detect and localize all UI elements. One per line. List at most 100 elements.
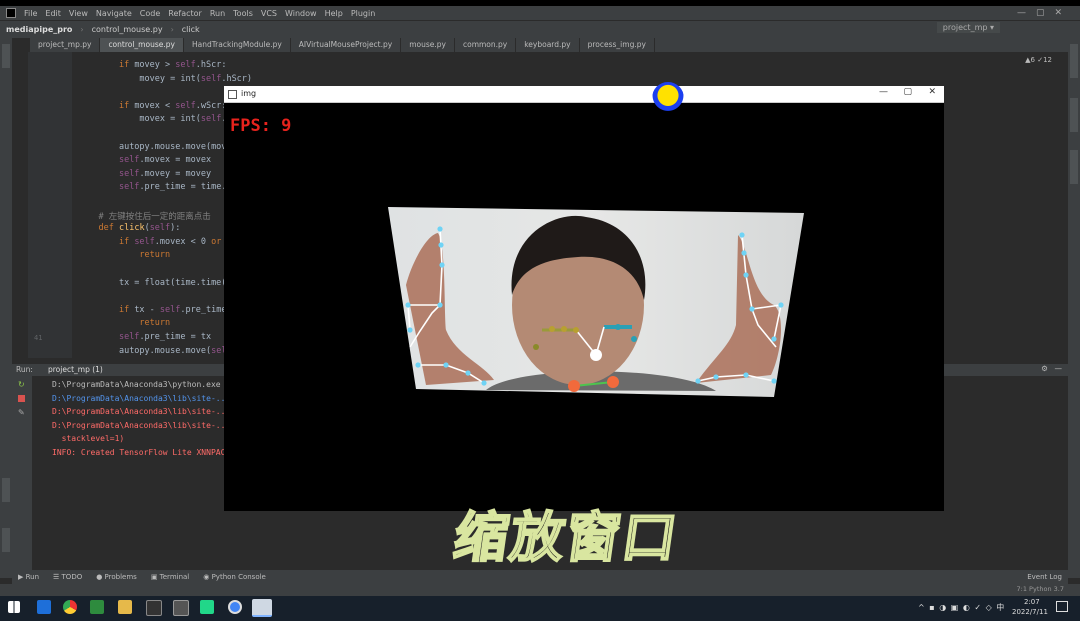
code-line[interactable]: # 左键按住后一定的距离点击 (78, 210, 210, 222)
file-explorer-icon[interactable] (118, 600, 132, 614)
code-line[interactable]: self.movey = movey (78, 169, 211, 179)
code-token: if (118, 304, 135, 315)
problems-tool-button[interactable]: ● Problems (96, 573, 137, 581)
tab-ai-virtual-mouse[interactable]: AIVirtualMouseProject.py (291, 38, 402, 52)
code-token: self (200, 73, 222, 84)
code-line[interactable]: def click(self): (78, 223, 180, 233)
code-token: if (118, 100, 135, 111)
start-button-icon[interactable] (8, 601, 20, 613)
code-token: return (139, 250, 171, 261)
inspection-indicator[interactable]: ▲6 ✓12 (1025, 56, 1052, 64)
code-line[interactable]: self.movex = movex (78, 155, 211, 165)
right-tool-strip (1068, 38, 1080, 578)
line-number-gutter: 41 (28, 52, 72, 358)
taskbar-time[interactable]: 2:07 (1024, 598, 1040, 606)
menu-item-window[interactable]: Window (285, 9, 317, 18)
bottom-tool-window-bar: ▶ Run ☰ TODO ● Problems ▣ Terminal ◉ Pyt… (12, 570, 1068, 584)
code-token: def (98, 223, 119, 234)
img-window-titlebar[interactable]: img — ▢ ✕ (224, 86, 944, 103)
maximize-icon[interactable]: ▢ (1036, 8, 1055, 18)
code-token: if (118, 236, 135, 247)
stop-icon[interactable] (18, 395, 25, 402)
code-line[interactable]: return (78, 250, 170, 260)
active-window-icon[interactable] (252, 599, 272, 617)
console-line: stacklevel=1) (52, 434, 125, 444)
console-line: D:\ProgramData\Anaconda3\lib\site-... (52, 420, 231, 430)
structure-tool-icon[interactable] (2, 478, 10, 502)
tab-project-mp[interactable]: project_mp.py (30, 38, 101, 52)
terminal-app-icon[interactable] (146, 600, 162, 616)
menu-item-edit[interactable]: Edit (45, 9, 61, 18)
terminal-tool-button[interactable]: ▣ Terminal (151, 573, 189, 581)
tab-hand-tracking-module[interactable]: HandTrackingModule.py (184, 38, 291, 52)
tab-process-img[interactable]: process_img.py (580, 38, 655, 52)
tab-common[interactable]: common.py (455, 38, 517, 52)
notification-icon[interactable] (1056, 601, 1068, 612)
menu-item-tools[interactable]: Tools (233, 9, 253, 18)
close-icon[interactable]: ✕ (1054, 8, 1072, 18)
settings-gear-icon[interactable]: ⚙ (1041, 364, 1048, 373)
run-tool-button[interactable]: ▶ Run (18, 573, 39, 581)
database-tool-icon[interactable] (1070, 98, 1078, 132)
menu-item-plugin[interactable]: Plugin (351, 9, 376, 18)
chrome-alt-icon[interactable] (228, 600, 242, 614)
code-token: movey > (134, 60, 176, 70)
project-tool-icon[interactable] (2, 44, 10, 68)
code-token: autopy.mouse.move( (118, 345, 212, 356)
breadcrumb-file[interactable]: control_mouse.py (92, 25, 163, 34)
img-close-icon[interactable]: ✕ (928, 87, 936, 97)
code-line[interactable]: self.pre_time = tx (78, 332, 211, 342)
code-line[interactable]: if movey > self.hScr: (78, 60, 227, 70)
code-token: movey = int( (139, 73, 201, 84)
run-panel-label: Run: (16, 365, 33, 374)
breadcrumb-method[interactable]: click (182, 25, 200, 34)
chrome-icon[interactable] (63, 600, 77, 614)
rerun-icon[interactable]: ↻ (18, 380, 32, 389)
menu-item-file[interactable]: File (24, 9, 37, 18)
sciview-tool-icon[interactable] (1070, 150, 1078, 184)
code-token: self (118, 332, 140, 342)
run-panel-tab[interactable]: project_mp (1) (48, 365, 103, 374)
code-line[interactable]: movey = int(self.hScr) (78, 74, 252, 84)
code-token: click (118, 223, 145, 234)
todo-tool-button[interactable]: ☰ TODO (53, 573, 82, 581)
minimize-icon[interactable]: — (1017, 8, 1036, 18)
menu-item-view[interactable]: View (69, 9, 88, 18)
code-token: if (118, 60, 135, 70)
code-token: .hScr) (221, 73, 253, 84)
code-line[interactable]: tx = float(time.time()) (78, 278, 237, 288)
code-line[interactable]: return (78, 318, 170, 328)
system-tray[interactable]: ^ ▪ ◑ ▣ ◐ ✓ ◇ 中 (918, 602, 1005, 613)
menu-item-refactor[interactable]: Refactor (168, 9, 202, 18)
favorites-tool-icon[interactable] (2, 528, 10, 552)
menu-item-code[interactable]: Code (140, 9, 160, 18)
tab-mouse[interactable]: mouse.py (401, 38, 455, 52)
pycharm-icon[interactable] (200, 600, 214, 614)
code-line[interactable]: if movex < self.wScr: (78, 100, 227, 111)
window-app-icon[interactable] (173, 600, 189, 616)
python-console-tool-button[interactable]: ◉ Python Console (203, 573, 266, 581)
breadcrumb-project[interactable]: mediapipe_pro (6, 25, 72, 34)
search-app-icon[interactable] (37, 600, 51, 614)
app-logo-icon (6, 8, 16, 18)
document-app-icon[interactable] (90, 600, 104, 614)
run-configuration-selector[interactable]: project_mp ▾ (936, 22, 1000, 33)
taskbar-date[interactable]: 2022/7/11 (1012, 608, 1048, 616)
menu-item-vcs[interactable]: VCS (261, 9, 277, 18)
tab-control-mouse[interactable]: control_mouse.py (100, 38, 184, 52)
tab-keyboard[interactable]: keyboard.py (516, 38, 580, 52)
menu-item-navigate[interactable]: Navigate (96, 9, 132, 18)
code-token: .pre_time = tx (139, 332, 212, 342)
code-token: self (175, 100, 196, 111)
img-maximize-icon[interactable]: ▢ (903, 87, 912, 97)
run-toolbar: ↻ ✎ (12, 376, 32, 570)
menu-item-run[interactable]: Run (210, 9, 225, 18)
event-log-button[interactable]: Event Log (1027, 573, 1062, 581)
img-minimize-icon[interactable]: — (879, 87, 888, 97)
hide-panel-icon[interactable]: — (1055, 364, 1063, 373)
code-token: movex < (134, 100, 176, 111)
line-number: 41 (34, 334, 43, 342)
scm-tool-icon[interactable] (1070, 44, 1078, 78)
menu-item-help[interactable]: Help (325, 9, 343, 18)
pin-icon[interactable]: ✎ (18, 408, 32, 417)
